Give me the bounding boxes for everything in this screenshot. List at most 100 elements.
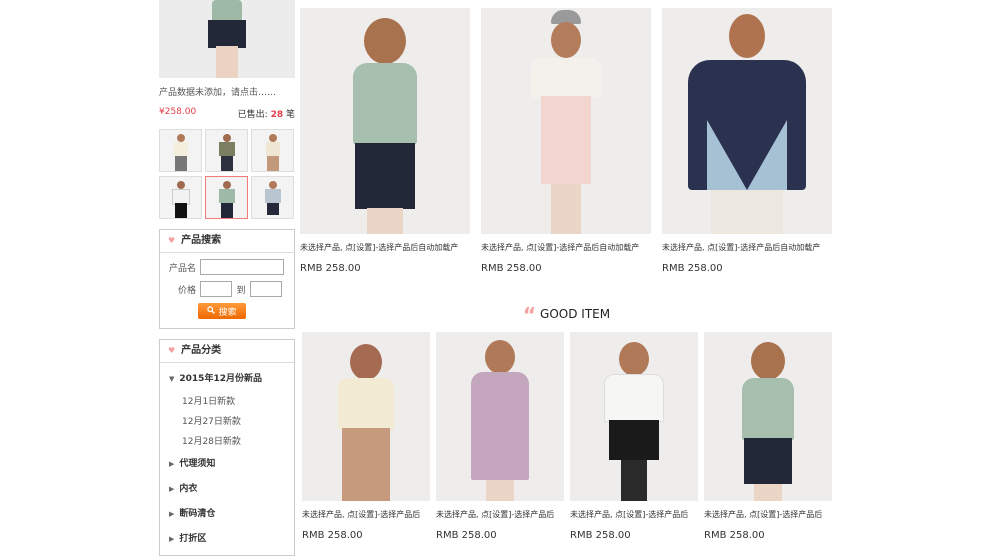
model-hair	[551, 22, 581, 58]
section-title-text: GOOD ITEM	[540, 307, 611, 321]
product-card[interactable]: 未选择产品, 点[设置]-选择产品后 RMB 258.00	[436, 332, 564, 541]
product-search-label: 产品搜索	[181, 235, 222, 246]
thumb-head	[268, 134, 277, 142]
search-button[interactable]: 搜索	[198, 303, 246, 319]
model-sweater	[688, 60, 806, 190]
model-sweater	[742, 378, 794, 440]
heart-icon: ♥	[168, 236, 176, 245]
thumb-top	[173, 142, 188, 156]
product-card[interactable]: 未选择产品, 点[设置]-选择产品后自动加载产 RMB 258.00	[300, 8, 470, 274]
model-hair	[729, 14, 765, 58]
thumb-bottom	[266, 156, 279, 171]
model-hair	[364, 18, 406, 64]
thumbnail-grid	[159, 129, 295, 219]
product-image[interactable]	[300, 8, 470, 234]
category-item-agent-notice[interactable]: ▶ 代理须知	[160, 452, 294, 477]
subcategory-item-dec-27[interactable]: 12月27日新款	[160, 412, 294, 432]
name-row: 产品名	[160, 259, 294, 275]
subcategory-item-dec-28[interactable]: 12月28日新款	[160, 432, 294, 452]
model-legs	[367, 208, 403, 234]
product-card[interactable]: 未选择产品, 点[设置]-选择产品后自动加载产 RMB 258.00	[662, 8, 832, 274]
category-label: 2015年12月份新品	[179, 374, 262, 384]
triangle-down-icon: ▼	[169, 375, 175, 383]
thumbnail-selected[interactable]	[205, 176, 248, 219]
product-image[interactable]	[570, 332, 698, 501]
product-card[interactable]: 未选择产品, 点[设置]-选择产品后 RMB 258.00	[704, 332, 832, 541]
model-hair	[350, 344, 382, 380]
thumbnail[interactable]	[251, 129, 294, 172]
product-name[interactable]: 未选择产品, 点[设置]-选择产品后	[436, 509, 564, 520]
featured-sold: 已售出: 28 笔	[238, 107, 295, 120]
triangle-right-icon: ▶	[169, 485, 175, 493]
price-min-input[interactable]	[200, 281, 232, 297]
featured-product-image[interactable]	[159, 0, 295, 78]
thumb-top	[218, 142, 235, 156]
model-top	[531, 58, 601, 98]
product-price: RMB 258.00	[662, 263, 723, 274]
product-name-input[interactable]	[200, 259, 284, 275]
category-item-underwear[interactable]: ▶ 内衣	[160, 477, 294, 502]
figure-legs	[216, 46, 238, 78]
thumb-head	[268, 181, 277, 189]
product-price: RMB 258.00	[436, 530, 497, 541]
product-price: RMB 258.00	[570, 530, 631, 541]
product-price: RMB 258.00	[704, 530, 765, 541]
model-hair	[485, 340, 515, 374]
product-name[interactable]: 未选择产品, 点[设置]-选择产品后自动加载产	[481, 242, 651, 253]
category-item-discount[interactable]: ▶ 打折区	[160, 527, 294, 552]
product-image[interactable]	[481, 8, 651, 234]
product-image[interactable]	[704, 332, 832, 501]
product-name[interactable]: 未选择产品, 点[设置]-选择产品后	[704, 509, 832, 520]
thumb-head	[222, 134, 231, 142]
product-category-title: ♥ 产品分类	[160, 340, 294, 363]
price-max-input[interactable]	[250, 281, 282, 297]
model-hair	[619, 342, 649, 376]
thumbnail[interactable]	[159, 176, 202, 219]
model-sweater	[338, 378, 394, 430]
product-name[interactable]: 未选择产品, 点[设置]-选择产品后自动加载产	[300, 242, 470, 253]
model-legs	[754, 484, 782, 501]
category-label: 内衣	[179, 484, 198, 494]
search-icon	[207, 305, 216, 317]
product-image[interactable]	[436, 332, 564, 501]
product-card[interactable]: 未选择产品, 点[设置]-选择产品后 RMB 258.00	[570, 332, 698, 541]
product-name[interactable]: 未选择产品, 点[设置]-选择产品后	[302, 509, 430, 520]
search-form: 产品名 价格 到 搜索	[160, 253, 294, 325]
model-skirt	[711, 190, 783, 234]
triangle-right-icon: ▶	[169, 535, 175, 543]
product-image[interactable]	[302, 332, 430, 501]
thumbnail[interactable]	[251, 176, 294, 219]
product-card[interactable]: 未选择产品, 点[设置]-选择产品后自动加载产 RMB 258.00	[481, 8, 651, 274]
featured-price: ¥258.00	[159, 107, 197, 117]
quote-icon: “	[522, 303, 537, 327]
product-name[interactable]: 未选择产品, 点[设置]-选择产品后自动加载产	[662, 242, 832, 253]
featured-description[interactable]: 产品数据未添加，请点击……	[159, 85, 295, 98]
thumb-head	[222, 181, 231, 189]
product-name[interactable]: 未选择产品, 点[设置]-选择产品后	[570, 509, 698, 520]
thumbnail[interactable]	[205, 129, 248, 172]
subcategory-item-dec-1[interactable]: 12月1日新款	[160, 392, 294, 412]
thumb-bottom	[266, 203, 279, 215]
sold-count: 28	[270, 110, 284, 120]
model-legs	[551, 184, 581, 234]
category-item-dec-2015[interactable]: ▼ 2015年12月份新品	[160, 367, 294, 392]
sidebar: 产品数据未添加，请点击…… ¥258.00 已售出: 28 笔 ♥ 产品搜索 产…	[159, 0, 295, 556]
category-item-clearance[interactable]: ▶ 断码清仓	[160, 502, 294, 527]
product-price: RMB 258.00	[481, 263, 542, 274]
product-category-label: 产品分类	[181, 345, 222, 356]
category-label: 打折区	[179, 534, 207, 544]
triangle-right-icon: ▶	[169, 460, 175, 468]
heart-icon: ♥	[168, 346, 176, 355]
product-card[interactable]: 未选择产品, 点[设置]-选择产品后 RMB 258.00	[302, 332, 430, 541]
search-button-label: 搜索	[218, 307, 237, 318]
model-shorts	[355, 143, 415, 209]
product-image[interactable]	[662, 8, 832, 234]
product-price: RMB 258.00	[300, 263, 361, 274]
model-hair	[751, 342, 785, 380]
thumb-top	[265, 142, 280, 156]
model-shorts	[744, 438, 792, 484]
category-list: ▼ 2015年12月份新品 12月1日新款 12月27日新款 12月28日新款 …	[160, 363, 294, 556]
category-label: 代理须知	[179, 459, 216, 469]
thumb-head	[176, 134, 185, 142]
thumbnail[interactable]	[159, 129, 202, 172]
